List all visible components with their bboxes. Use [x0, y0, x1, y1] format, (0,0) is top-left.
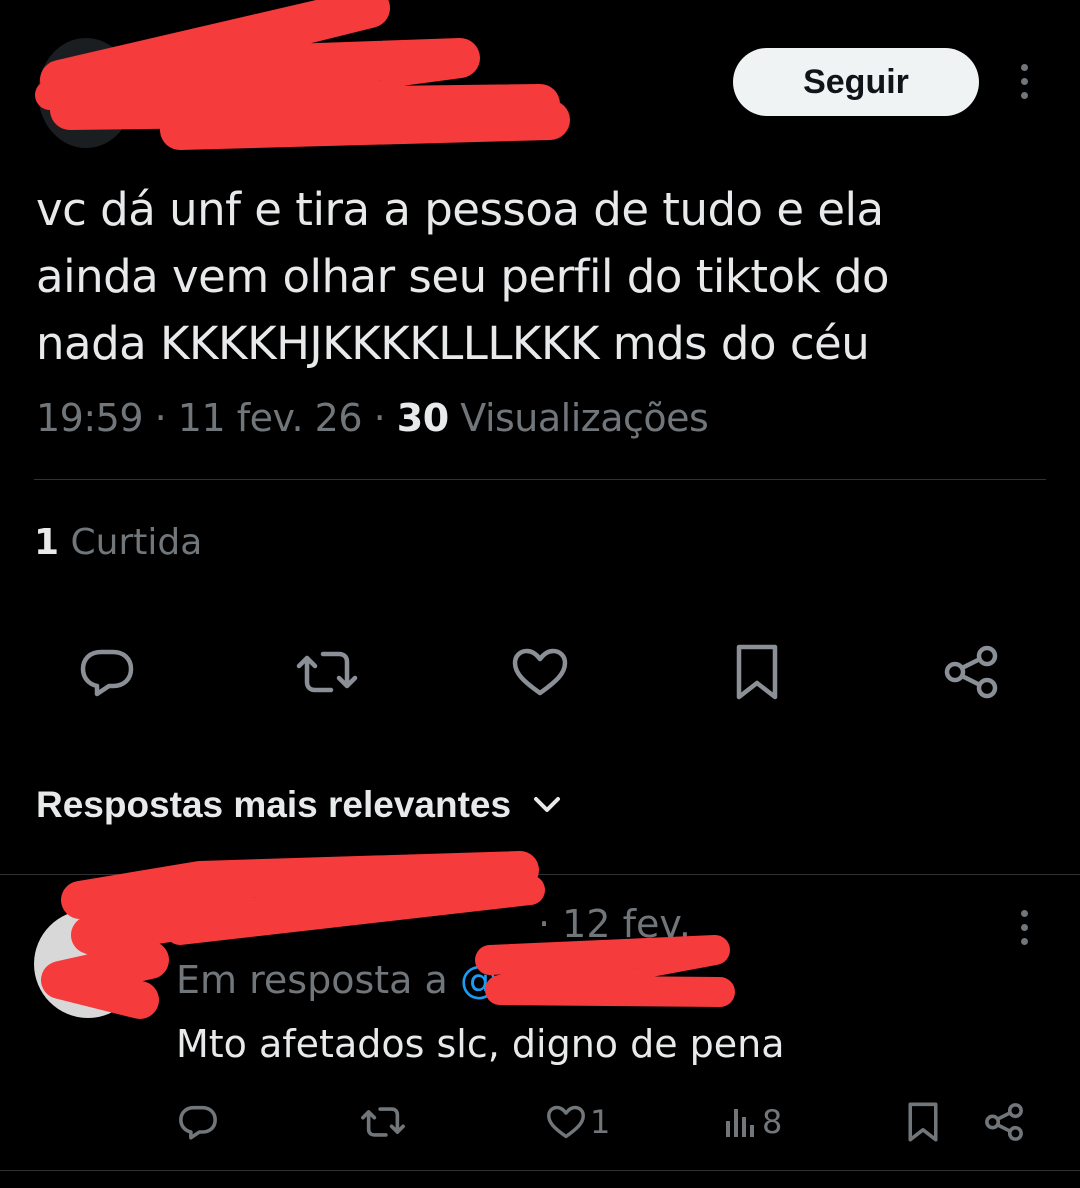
- reply-bookmark-button[interactable]: [906, 1100, 940, 1144]
- reply-share-button[interactable]: [984, 1100, 1024, 1144]
- reply-mention[interactable]: @: [460, 958, 498, 1002]
- author-avatar[interactable]: [38, 38, 134, 148]
- share-icon: [944, 645, 998, 699]
- reply-avatar[interactable]: [34, 910, 142, 1018]
- like-icon: [512, 648, 568, 696]
- share-button[interactable]: [936, 642, 1006, 702]
- replies-sort-dropdown[interactable]: Respostas mais relevantes: [36, 784, 561, 826]
- divider: [0, 1170, 1080, 1171]
- reply-retweet-button[interactable]: [360, 1100, 406, 1144]
- more-icon[interactable]: [1017, 64, 1031, 99]
- views-count: 30: [396, 396, 449, 440]
- likes-label: Curtida: [70, 522, 203, 563]
- bookmark-icon: [736, 644, 778, 700]
- likes-summary[interactable]: 1 Curtida: [34, 522, 202, 563]
- reply-icon: [80, 649, 134, 697]
- separator-dot: ·: [373, 396, 397, 440]
- reply-like-count: 1: [590, 1103, 611, 1141]
- retweet-button[interactable]: [292, 642, 362, 702]
- reply-button[interactable]: [72, 642, 142, 702]
- in-reply-label: Em resposta a: [176, 958, 448, 1002]
- like-button[interactable]: [505, 642, 575, 702]
- reply-icon: [179, 1105, 217, 1140]
- reply-like-button[interactable]: 1: [546, 1100, 610, 1144]
- chevron-down-icon: [534, 797, 561, 812]
- tweet-text: vc dá unf e tira a pessoa de tudo e ela …: [36, 183, 890, 370]
- likes-count: 1: [34, 522, 60, 563]
- more-icon[interactable]: [1017, 910, 1031, 945]
- reply-context: Em resposta a @: [176, 958, 498, 1002]
- divider: [0, 874, 1080, 875]
- like-icon: [547, 1105, 585, 1139]
- tweet-time: 19:59: [36, 396, 144, 440]
- bookmark-icon: [908, 1102, 938, 1142]
- views-icon: [726, 1109, 754, 1137]
- reply-reply-button[interactable]: [178, 1100, 218, 1144]
- retweet-icon: [296, 651, 358, 693]
- follow-button[interactable]: Seguir: [733, 48, 979, 116]
- reply-views-button[interactable]: 8: [724, 1100, 782, 1144]
- tweet-date: 11 fev. 26: [177, 396, 363, 440]
- separator-dot: ·: [154, 396, 178, 440]
- replies-section-title: Respostas mais relevantes: [36, 784, 512, 825]
- retweet-icon: [361, 1107, 405, 1137]
- divider: [34, 479, 1046, 480]
- reply-text: Mto afetados slc, digno de pena: [176, 1022, 785, 1066]
- bookmark-button[interactable]: [722, 642, 792, 702]
- tweet-meta: 19:59 · 11 fev. 26 · 30 Visualizações: [36, 396, 709, 440]
- share-icon: [985, 1103, 1023, 1141]
- reply-views-count: 8: [762, 1103, 783, 1141]
- reply-date: · 12 fev.: [538, 902, 691, 946]
- views-label[interactable]: Visualizações: [460, 396, 709, 440]
